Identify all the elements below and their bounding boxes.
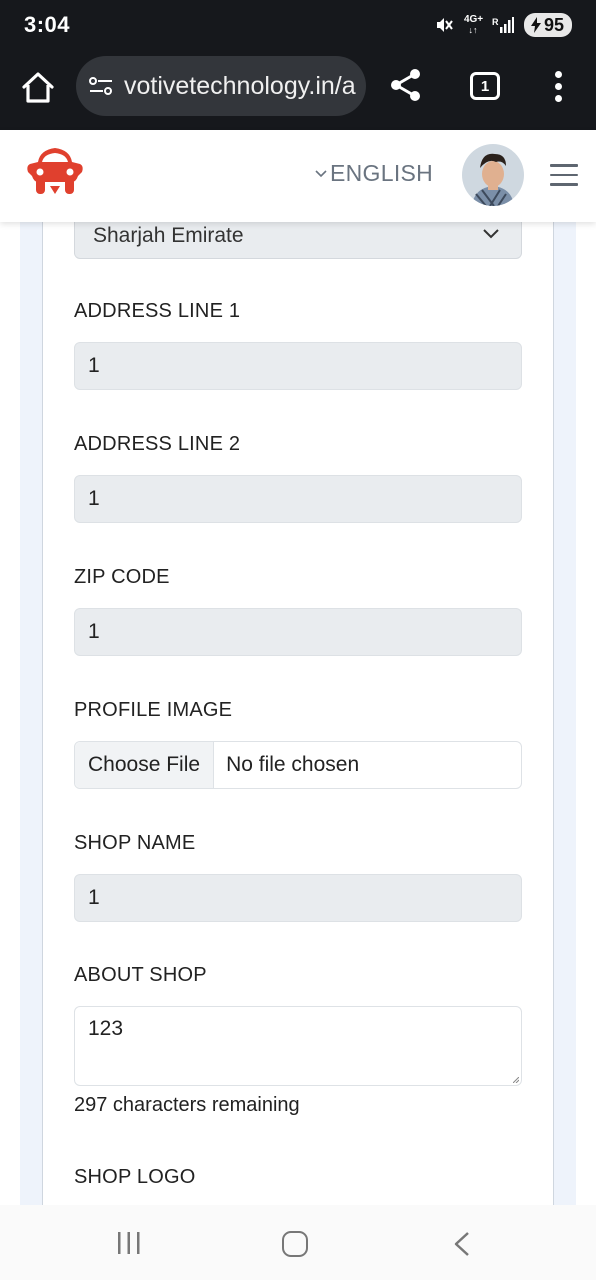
profile-image-label: PROFILE IMAGE <box>74 699 233 721</box>
city-select[interactable]: Sharjah Emirate <box>74 222 522 259</box>
site-settings-icon[interactable] <box>88 74 114 98</box>
status-icons: 4G+ ↓↑ R 95 <box>434 12 572 38</box>
svg-text:R: R <box>492 17 499 27</box>
zip-input[interactable]: 1 <box>74 608 522 656</box>
browser-toolbar: votivetechnology.in/a 1 <box>0 50 596 130</box>
battery-level: 95 <box>543 14 564 35</box>
avatar-image <box>462 144 524 206</box>
shop-name-input[interactable]: 1 <box>74 874 522 922</box>
address2-input[interactable]: 1 <box>74 475 522 523</box>
address2-label: ADDRESS LINE 2 <box>74 433 241 455</box>
language-label: ENGLISH <box>330 160 434 186</box>
choose-file-button[interactable]: Choose File <box>75 742 215 788</box>
characters-remaining: 297 characters remaining <box>74 1094 300 1116</box>
mute-icon <box>436 18 453 32</box>
more-menu-icon[interactable] <box>546 68 572 104</box>
address1-label: ADDRESS LINE 1 <box>74 300 241 322</box>
signal-icon: R <box>492 17 514 33</box>
car-logo-icon[interactable] <box>24 142 86 200</box>
file-status-text: No file chosen <box>226 753 360 776</box>
hamburger-menu-icon[interactable] <box>550 164 578 186</box>
chevron-down-icon <box>315 169 327 177</box>
shop-logo-label: SHOP LOGO <box>74 1166 196 1188</box>
profile-image-file-input[interactable]: Choose File No file chosen <box>74 741 522 789</box>
shop-name-label: SHOP NAME <box>74 832 196 854</box>
nav-home-icon[interactable] <box>282 1231 308 1257</box>
page-content: Sharjah Emirate ADDRESS LINE 1 1 ADDRESS… <box>0 222 596 1205</box>
address-bar[interactable]: votivetechnology.in/a <box>76 56 366 116</box>
avatar[interactable] <box>462 144 524 206</box>
share-icon[interactable] <box>388 67 424 103</box>
status-time: 3:04 <box>24 12 71 37</box>
network-type: 4G+ <box>463 14 484 25</box>
about-shop-textarea[interactable]: 123 <box>74 1006 522 1086</box>
status-bar: 3:04 4G+ ↓↑ R 95 <box>0 0 596 50</box>
site-header: ENGLISH <box>0 130 596 222</box>
about-shop-value: 123 <box>88 1017 124 1040</box>
tab-count: 1 <box>480 77 490 95</box>
battery-icon: 95 <box>523 13 572 37</box>
recent-apps-icon[interactable] <box>116 1231 142 1255</box>
network-indicator: 4G+ ↓↑ <box>463 14 484 36</box>
city-select-value: Sharjah Emirate <box>93 223 244 247</box>
language-selector[interactable]: ENGLISH <box>314 160 433 187</box>
tabs-icon[interactable]: 1 <box>470 72 500 100</box>
home-icon[interactable] <box>18 68 58 108</box>
address1-input[interactable]: 1 <box>74 342 522 390</box>
charging-icon <box>530 17 541 33</box>
resize-grip-icon[interactable] <box>513 1077 519 1083</box>
chevron-down-icon <box>483 229 499 239</box>
about-shop-label: ABOUT SHOP <box>74 964 207 986</box>
back-icon[interactable] <box>452 1231 472 1257</box>
system-nav-bar <box>0 1205 596 1280</box>
url-text[interactable]: votivetechnology.in/a <box>124 72 356 101</box>
zip-label: ZIP CODE <box>74 566 170 588</box>
